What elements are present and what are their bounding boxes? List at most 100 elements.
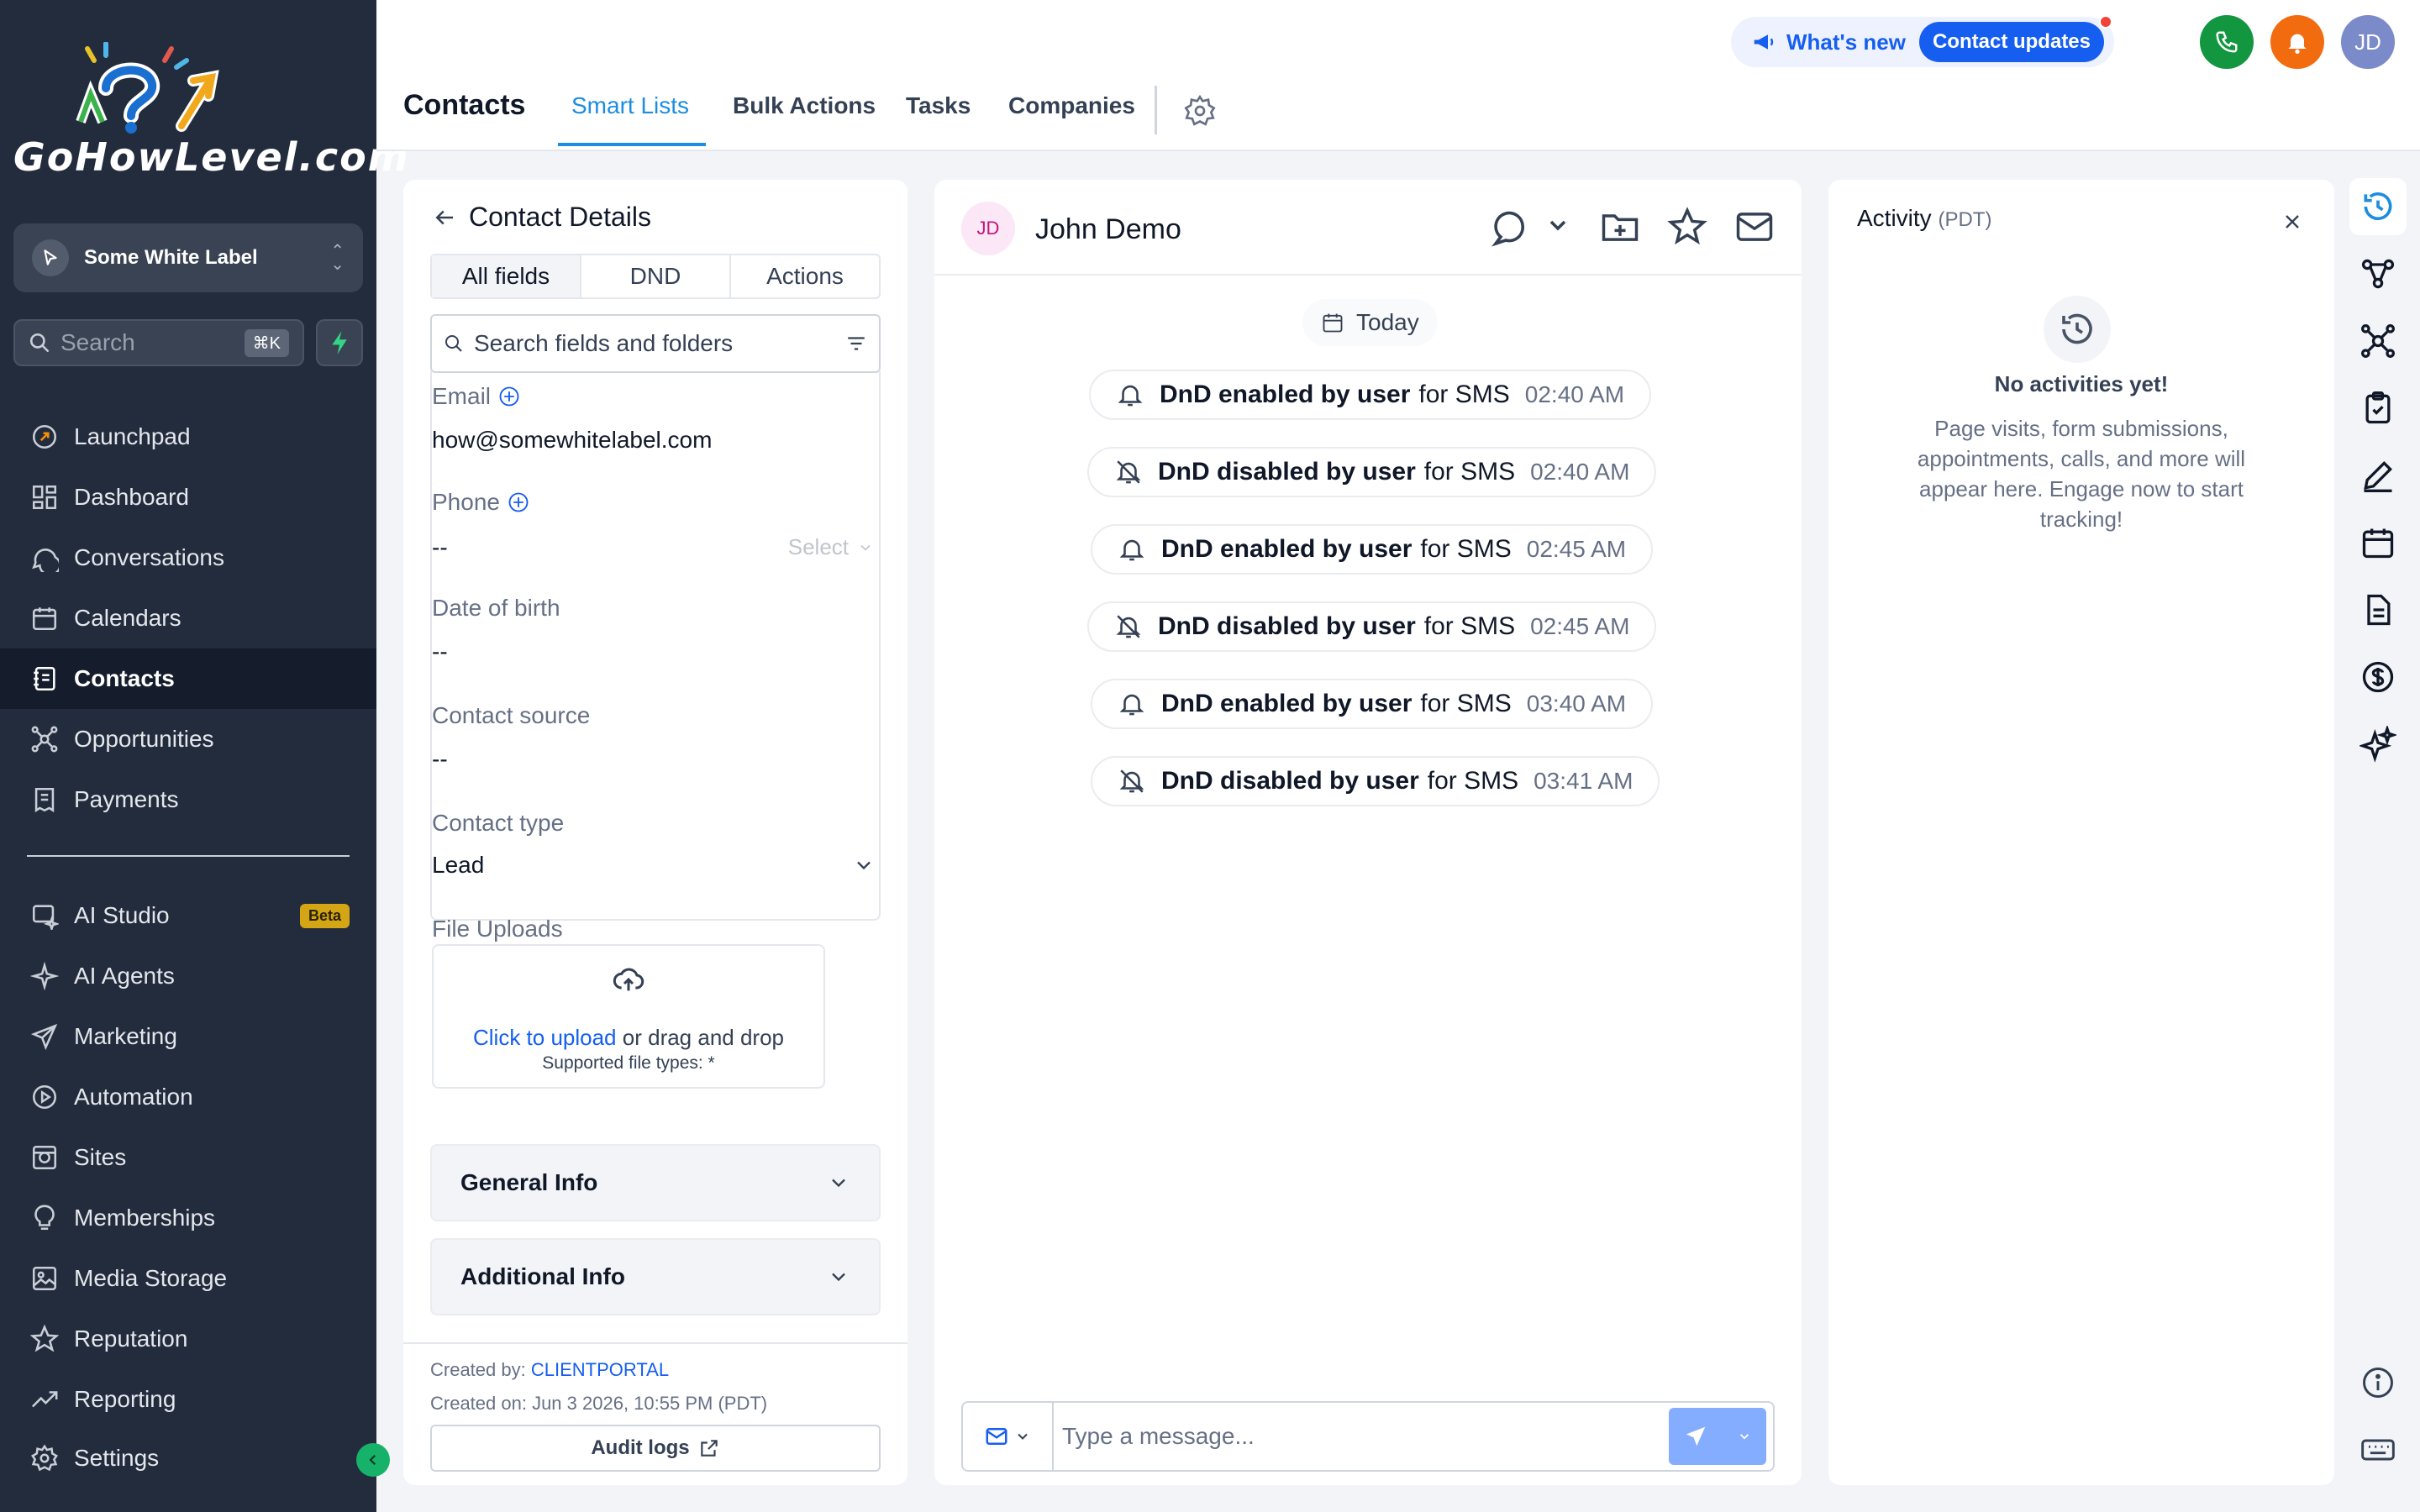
email-button[interactable]: [1733, 205, 1776, 249]
contact-source-value[interactable]: --: [432, 746, 448, 773]
general-info-accordion[interactable]: General Info: [430, 1144, 881, 1221]
rail-tasks-button[interactable]: [2349, 380, 2407, 437]
sidebar-item-label: Contacts: [74, 665, 175, 691]
add-to-folder-button[interactable]: [1598, 205, 1642, 249]
contact-type-label: Contact type: [432, 810, 565, 836]
rail-calendar-button[interactable]: [2349, 514, 2407, 571]
add-phone-icon[interactable]: [507, 491, 530, 514]
click-to-upload-link[interactable]: Click to upload: [473, 1025, 617, 1050]
phone-button[interactable]: [2200, 15, 2254, 69]
sidebar-item-label: Reputation: [74, 1326, 188, 1352]
dob-label: Date of birth: [432, 595, 560, 621]
field-search-input[interactable]: Search fields and folders: [430, 314, 881, 373]
whats-new-label: What's new: [1786, 29, 1906, 55]
phone-value[interactable]: --: [432, 534, 448, 561]
dnd-event: DnD disabled by user for SMS 03:41 AM: [1091, 756, 1660, 806]
close-icon[interactable]: [2281, 210, 2304, 234]
whats-new-banner[interactable]: What's new Contact updates: [1731, 15, 2114, 67]
collapse-sidebar-button[interactable]: [356, 1443, 390, 1477]
rail-activity-button[interactable]: [2349, 178, 2407, 235]
gear-icon: [1184, 94, 1216, 126]
rail-payments-button[interactable]: [2349, 648, 2407, 706]
back-arrow-icon[interactable]: [432, 205, 457, 230]
audit-logs-button[interactable]: Audit logs: [430, 1425, 881, 1472]
tab-bulk-actions[interactable]: Bulk Actions: [733, 92, 876, 119]
additional-info-accordion[interactable]: Additional Info: [430, 1238, 881, 1315]
email-value[interactable]: how@somewhitelabel.com: [432, 427, 712, 454]
send-button[interactable]: [1669, 1408, 1766, 1465]
search-icon: [445, 335, 462, 352]
sidebar-item-memberships[interactable]: Memberships: [0, 1188, 376, 1248]
file-upload-dropzone[interactable]: Click to upload or drag and drop Support…: [432, 944, 825, 1089]
tab-companies[interactable]: Companies: [1008, 92, 1135, 119]
user-avatar[interactable]: JD: [2341, 15, 2395, 69]
sidebar-item-reporting[interactable]: Reporting: [0, 1369, 376, 1430]
sidebar-item-dashboard[interactable]: Dashboard: [0, 467, 376, 528]
sidebar-item-ai-studio[interactable]: AI Studio Beta: [0, 885, 376, 946]
contacts-settings-button[interactable]: [1183, 94, 1217, 128]
segment-actions[interactable]: Actions: [731, 255, 879, 297]
rail-info-button[interactable]: [2349, 1354, 2407, 1411]
sidebar-item-conversations[interactable]: Conversations: [0, 528, 376, 588]
bulb-icon: [29, 1202, 60, 1234]
quick-action-button[interactable]: [316, 319, 363, 366]
chevron-down-icon[interactable]: [852, 853, 876, 877]
sidebar-item-label: Marketing: [74, 1023, 177, 1049]
brand-logo[interactable]: GoHowLevel.com: [13, 42, 408, 193]
dob-value[interactable]: --: [432, 638, 448, 665]
chat-icon: [29, 542, 60, 574]
sidebar-item-reputation[interactable]: Reputation: [0, 1309, 376, 1369]
message-input[interactable]: Type a message...: [1054, 1423, 1669, 1450]
upload-instructions: Click to upload or drag and drop: [434, 1025, 823, 1051]
phone-type-select[interactable]: Select: [788, 534, 874, 560]
favorite-button[interactable]: [1665, 205, 1709, 249]
event-time: 02:40 AM: [1530, 459, 1630, 485]
sidebar-item-settings[interactable]: Settings: [0, 1428, 376, 1488]
rail-keyboard-button[interactable]: [2349, 1421, 2407, 1478]
file-uploads-label: File Uploads: [432, 916, 563, 942]
rail-documents-button[interactable]: [2349, 581, 2407, 638]
right-rail: [2349, 168, 2420, 1512]
sidebar-item-label: Sites: [74, 1144, 127, 1170]
tab-tasks[interactable]: Tasks: [906, 92, 971, 119]
mail-icon: [986, 1428, 1007, 1445]
segment-all-fields[interactable]: All fields: [432, 255, 581, 297]
sidebar-item-label: Calendars: [74, 605, 182, 631]
contacts-icon: [29, 663, 60, 695]
dnd-event: DnD enabled by user for SMS 02:40 AM: [1089, 370, 1652, 420]
sidebar-item-opportunities[interactable]: Opportunities: [0, 709, 376, 769]
sidebar-item-automation[interactable]: Automation: [0, 1067, 376, 1127]
filter-icon[interactable]: [845, 333, 867, 354]
sidebar-item-marketing[interactable]: Marketing: [0, 1006, 376, 1067]
created-by-value[interactable]: CLIENTPORTAL: [531, 1359, 669, 1380]
email-label-text: Email: [432, 383, 492, 409]
workspace-switcher[interactable]: Some White Label ⌃ ⌄: [13, 223, 363, 292]
channel-select[interactable]: [963, 1403, 1054, 1470]
bell-off-icon: [1116, 615, 1141, 638]
contact-type-value[interactable]: Lead: [432, 852, 484, 879]
rail-workflow-button[interactable]: [2349, 245, 2407, 302]
segment-dnd[interactable]: DND: [581, 255, 731, 297]
dnd-event: DnD enabled by user for SMS 03:40 AM: [1091, 679, 1654, 729]
sidebar-item-ai-agents[interactable]: AI Agents: [0, 946, 376, 1006]
sidebar-item-label: Dashboard: [74, 484, 189, 510]
chevron-left-icon: [369, 1454, 376, 1466]
phone-label-text: Phone: [432, 489, 500, 515]
rail-ai-button[interactable]: [2349, 716, 2407, 773]
add-email-icon[interactable]: [497, 385, 521, 408]
contact-updates-button[interactable]: Contact updates: [1918, 15, 2112, 62]
tab-smart-lists[interactable]: Smart Lists: [571, 92, 689, 119]
rail-opportunities-button[interactable]: [2349, 312, 2407, 370]
sidebar-search[interactable]: Search ⌘K: [13, 319, 304, 366]
notifications-button[interactable]: [2270, 15, 2324, 69]
sidebar-item-calendars[interactable]: Calendars: [0, 588, 376, 648]
sidebar-item-media-storage[interactable]: Media Storage: [0, 1248, 376, 1309]
sidebar-item-payments[interactable]: Payments: [0, 769, 376, 830]
rail-notes-button[interactable]: [2349, 447, 2407, 504]
funnel-icon: [29, 723, 60, 755]
sidebar-item-launchpad[interactable]: Launchpad: [0, 407, 376, 467]
call-menu-button[interactable]: [1491, 205, 1575, 249]
sidebar-item-contacts[interactable]: Contacts: [0, 648, 376, 709]
chevron-updown-icon: ⌃ ⌄: [330, 242, 345, 274]
sidebar-item-sites[interactable]: Sites: [0, 1127, 376, 1188]
